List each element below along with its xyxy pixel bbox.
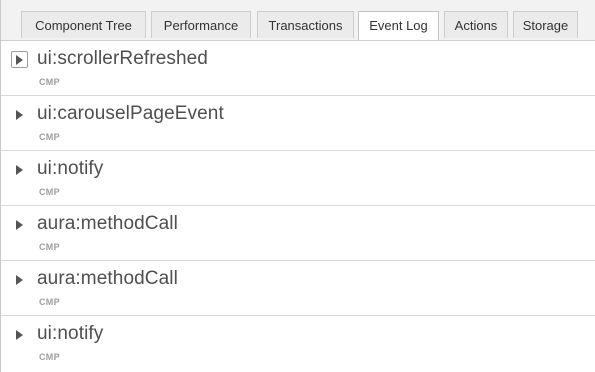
event-type-label: CMP [39, 352, 60, 362]
expand-arrow-icon[interactable] [11, 106, 28, 123]
event-type-label: CMP [39, 297, 60, 307]
tab-performance[interactable]: Performance [151, 11, 251, 38]
event-type-label: CMP [39, 242, 60, 252]
devtools-tab-bar: Component Tree Performance Transactions … [1, 0, 595, 41]
event-name: ui:notify [37, 323, 104, 344]
event-log-item[interactable]: aura:methodCall CMP [1, 261, 595, 316]
event-log-item[interactable]: ui:scrollerRefreshed CMP [1, 41, 595, 96]
expand-arrow-icon[interactable] [11, 216, 28, 233]
event-log-item[interactable]: ui:carouselPageEvent CMP [1, 96, 595, 151]
event-name: aura:methodCall [37, 213, 178, 234]
event-type-label: CMP [39, 77, 60, 87]
event-name: ui:notify [37, 158, 104, 179]
event-name: ui:carouselPageEvent [37, 103, 224, 124]
tab-component-tree[interactable]: Component Tree [21, 11, 146, 38]
event-log-item[interactable]: ui:notify CMP [1, 316, 595, 371]
event-type-label: CMP [39, 132, 60, 142]
expand-arrow-icon[interactable] [11, 51, 28, 68]
event-name: ui:scrollerRefreshed [37, 48, 208, 69]
tab-event-log[interactable]: Event Log [358, 11, 439, 40]
event-log-item[interactable]: ui:notify CMP [1, 151, 595, 206]
tab-actions[interactable]: Actions [444, 11, 508, 38]
expand-arrow-icon[interactable] [11, 271, 28, 288]
tab-transactions[interactable]: Transactions [257, 11, 354, 38]
event-log-item[interactable]: aura:methodCall CMP [1, 206, 595, 261]
tab-storage[interactable]: Storage [513, 11, 578, 38]
event-type-label: CMP [39, 187, 60, 197]
expand-arrow-icon[interactable] [11, 161, 28, 178]
expand-arrow-icon[interactable] [11, 326, 28, 343]
event-log-panel: Component Tree Performance Transactions … [0, 0, 595, 372]
event-log-list: ui:scrollerRefreshed CMP ui:carouselPage… [1, 41, 595, 371]
event-name: aura:methodCall [37, 268, 178, 289]
